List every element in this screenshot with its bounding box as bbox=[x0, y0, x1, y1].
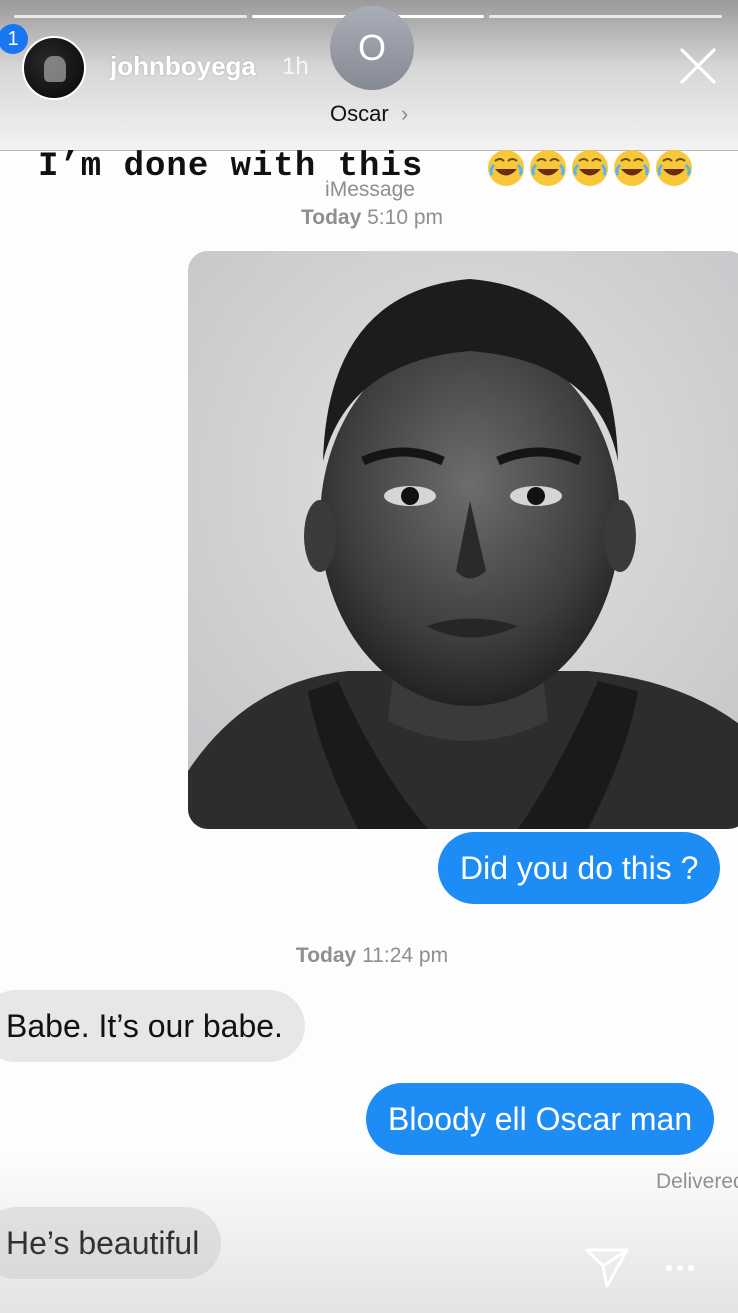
timestamp-2-time: 11:24 pm bbox=[362, 944, 449, 967]
avatar-figure bbox=[44, 56, 66, 82]
close-icon bbox=[680, 48, 716, 84]
send-button[interactable] bbox=[584, 1244, 630, 1290]
close-button[interactable] bbox=[676, 44, 720, 88]
face-with-tears-of-joy-icon bbox=[614, 150, 650, 186]
service-label: iMessage bbox=[325, 178, 415, 201]
face-with-tears-of-joy-icon bbox=[656, 150, 692, 186]
timestamp-1-time: 5:10 pm bbox=[367, 206, 444, 229]
emoji-row bbox=[486, 148, 694, 188]
timestamp-1-day: Today bbox=[300, 206, 362, 229]
progress-segment bbox=[14, 15, 247, 18]
progress-segment bbox=[489, 15, 723, 18]
contact-avatar: O bbox=[330, 6, 414, 90]
message-bubble-sent[interactable]: Did you do this ? bbox=[438, 832, 721, 904]
chevron-right-icon: › bbox=[401, 101, 409, 126]
face-with-tears-of-joy-icon bbox=[488, 150, 524, 186]
message-bubble-received[interactable]: He’s beautiful bbox=[0, 1207, 222, 1279]
delivered-label: Delivered bbox=[656, 1170, 738, 1193]
story-username[interactable]: johnboyega bbox=[110, 51, 256, 82]
send-icon bbox=[585, 1248, 629, 1288]
message-bubble-received[interactable]: Babe. It’s our babe. bbox=[0, 990, 305, 1062]
face-with-tears-of-joy-icon bbox=[572, 150, 608, 186]
timestamp-1: Today 5:10 pm bbox=[262, 206, 482, 230]
contact-name: Oscar bbox=[330, 101, 389, 126]
message-bubble-sent[interactable]: Bloody ell Oscar man bbox=[366, 1083, 715, 1155]
face-with-tears-of-joy-icon bbox=[530, 150, 566, 186]
story-time-ago: 1h bbox=[282, 53, 309, 80]
timestamp-2: Today 11:24 pm bbox=[262, 944, 482, 968]
timestamp-2-day: Today bbox=[295, 944, 357, 967]
more-button[interactable] bbox=[663, 1256, 697, 1280]
portrait-photo bbox=[188, 251, 738, 829]
story-screen: 1 johnboyega 1h O Oscar › I’m done with … bbox=[0, 0, 738, 1313]
more-icon bbox=[666, 1265, 694, 1271]
profile-avatar[interactable] bbox=[22, 36, 86, 100]
photo-message[interactable] bbox=[188, 251, 738, 829]
